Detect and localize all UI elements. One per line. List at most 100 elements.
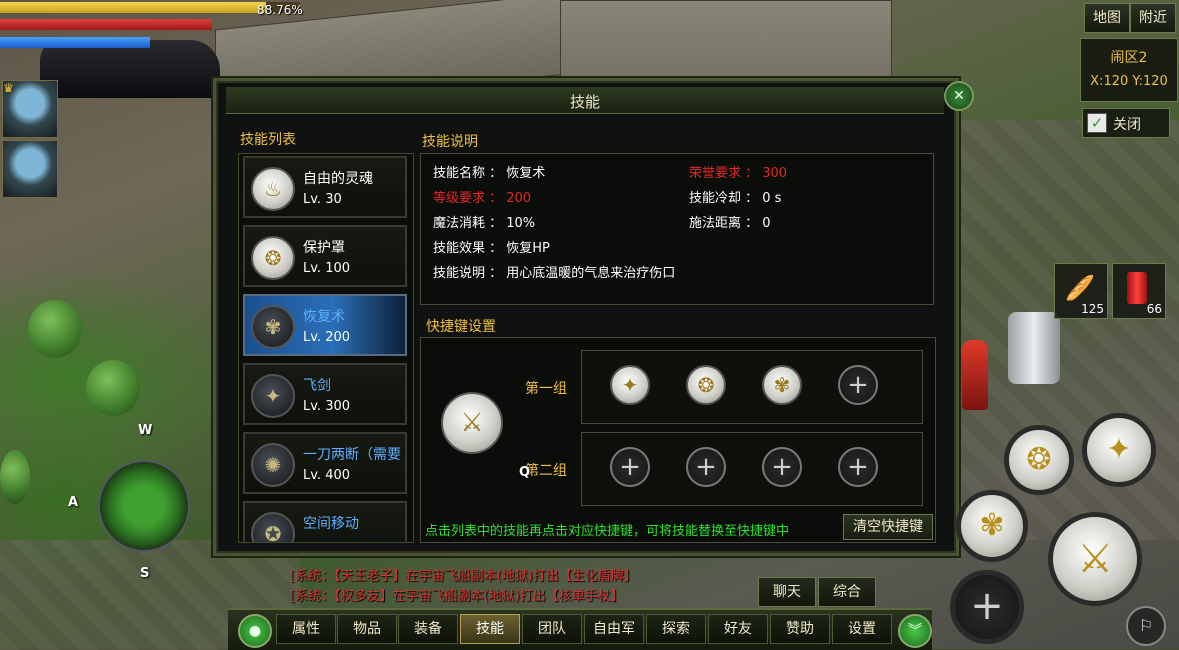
skill-effect: 技能效果 ： 恢复HP [433,241,550,256]
party-member-portrait[interactable]: ♛ [2,80,58,138]
hp-percent-text: 88.76% [257,3,303,17]
shortcut-slot-empty-plus-icon[interactable]: + [838,447,878,487]
skill-name: 恢复术 [303,309,345,325]
skill-name: 空间移动 [303,516,359,532]
group-two-label: 第二组 [525,463,567,479]
shortcut-group-two: + + + + [581,432,923,506]
bush [28,300,82,358]
action-skill-flying-sword-icon[interactable]: ✦ [1082,413,1156,487]
menu-tab-skills[interactable]: 技能 [460,614,520,644]
minimap-info[interactable]: 闹区2 X:120 Y:120 [1080,38,1178,102]
skill-explanation: 技能说明 ： 用心底温暖的气息来治疗伤口 [433,266,676,281]
fire-hydrant [962,340,988,410]
action-skill-shield-rune-icon[interactable]: ❂ [1004,425,1074,495]
skill-card[interactable]: ❂ 保护罩 Lv. 100 [243,225,407,287]
slash-icon: ✺ [251,443,295,487]
action-skill-heal-rune-icon[interactable]: ✾ [956,490,1028,562]
skill-card[interactable]: ✺ 一刀两断（需要 Lv. 400 [243,432,407,494]
joystick-label-left: A [68,495,79,510]
skill-card-selected[interactable]: ✾ 恢复术 Lv. 200 [243,294,407,356]
parked-car [40,40,220,98]
skill-name: 自由的灵魂 [303,171,373,187]
menu-tab-explore[interactable]: 探索 [646,614,706,644]
auto-fight-icon[interactable]: ⚐ [1126,606,1166,646]
skill-level: Lv. 30 [303,192,342,207]
skill-cooldown: 技能冷却 ： 0 s [689,191,782,206]
shortcut-slot-shield-rune-icon[interactable]: ❂ [686,365,726,405]
nearby-button[interactable]: 附近 [1130,3,1176,33]
red-status-bar [0,19,212,30]
map-button[interactable]: 地图 [1084,3,1130,33]
shortcut-slot-empty-plus-icon[interactable]: + [762,447,802,487]
joystick-label-down: S [140,566,150,581]
bread-icon: 🥖 [1065,274,1095,302]
shortcut-slot-empty-plus-icon[interactable]: + [610,447,650,487]
bush [86,360,140,416]
shortcut-slot-flying-sword-icon[interactable]: ✦ [610,365,650,405]
menu-expand-chevron-icon[interactable]: ︾ [898,614,932,648]
system-message: [系统：【天王老子】在宇宙飞船副本(地狱)打出【生化盾牌】 [290,569,637,584]
group-one-label: 第一组 [525,381,567,397]
heal-rune-icon: ✾ [251,305,295,349]
dialog-title: 技能 [569,93,600,111]
player-coordinates: X:120 Y:120 [1090,74,1168,89]
hp-bar-fill [0,2,266,13]
skill-name-line: 技能名称 ： 恢复术 [433,166,546,181]
skill-list[interactable]: ♨ 自由的灵魂 Lv. 30 ❂ 保护罩 Lv. 100 ✾ 恢复术 Lv. 2… [238,153,414,543]
menu-green-orb-icon[interactable]: ● [238,614,272,648]
item-slot-bread[interactable]: 🥖 125 [1054,263,1108,319]
skill-name: 保护罩 [303,240,345,256]
potion-can-icon [1127,272,1147,304]
mp-bar [0,37,150,48]
item-slot-can[interactable]: 66 [1112,263,1166,319]
clear-shortcuts-button[interactable]: 清空快捷键 [843,514,933,540]
flying-sword-icon: ✦ [251,374,295,418]
skill-description-panel: 技能名称 ： 恢复术 荣誉要求 ： 300 等级要求 ： 200 技能冷却 ： … [420,153,934,305]
menu-tab-items[interactable]: 物品 [337,614,397,644]
key-label-q: Q [519,465,531,480]
dialog-close-button[interactable]: ✕ [944,81,974,111]
bush [0,450,30,504]
skill-dialog: 技能 ✕ 技能列表 技能说明 快捷键设置 ♨ 自由的灵魂 Lv. 30 ❂ 保护… [213,78,974,556]
party-member-portrait[interactable] [2,140,58,198]
mana-cost: 魔法消耗 ： 10% [433,216,536,231]
skill-description-title: 技能说明 [422,134,478,150]
action-attack-sword-icon[interactable]: ⚔ [1048,512,1142,606]
skill-card[interactable]: ♨ 自由的灵魂 Lv. 30 [243,156,407,218]
dialog-title-bar: 技能 ✕ [226,81,974,114]
skill-list-title: 技能列表 [240,132,296,148]
level-requirement: 等级要求 ： 200 [433,191,532,206]
shortcut-slot-heal-rune-icon[interactable]: ✾ [762,365,802,405]
item-count: 66 [1146,302,1162,316]
honor-requirement: 荣誉要求 ： 300 [689,166,788,181]
menu-tab-equipment[interactable]: 装备 [398,614,458,644]
cast-range: 施法距离 ： 0 [689,216,771,231]
menu-tab-team[interactable]: 团队 [522,614,582,644]
chat-button[interactable]: 聊天 [758,577,816,607]
menu-tab-sponsor[interactable]: 赞助 [770,614,830,644]
selected-skill-sword-icon[interactable]: ⚔ [441,392,503,454]
menu-tab-free-army[interactable]: 自由军 [584,614,644,644]
menu-tab-friends[interactable]: 好友 [708,614,768,644]
shortcut-slot-empty-plus-icon[interactable]: + [686,447,726,487]
shield-rune-icon: ❂ [251,236,295,280]
shortcut-panel: ⚔ 第一组 ✦ ❂ ✾ + 第二组 + + + + 点击列表中的技能再点击对应快… [420,337,936,543]
menu-tab-settings[interactable]: 设置 [832,614,892,644]
close-toggle[interactable]: ✓ 关闭 [1082,108,1170,138]
action-empty-plus-icon[interactable]: + [950,570,1024,644]
skill-card[interactable]: ✦ 飞剑 Lv. 300 [243,363,407,425]
menu-tab-attributes[interactable]: 属性 [276,614,336,644]
joystick-label-up: W [138,423,153,438]
system-message: [系统：【权多友】在宇宙飞船副本(地狱)打出【核单手杖】 [290,589,624,604]
skill-card[interactable]: ✪ 空间移动 [243,501,407,542]
shortcut-settings-title: 快捷键设置 [426,319,496,335]
skill-level: Lv. 100 [303,261,351,276]
item-count: 125 [1081,302,1104,316]
skill-level: Lv. 200 [303,330,351,345]
shortcut-slot-empty-plus-icon[interactable]: + [838,365,878,405]
movement-joystick[interactable] [98,460,190,552]
teleport-icon: ✪ [251,512,295,542]
skill-level: Lv. 300 [303,399,351,414]
close-checkbox[interactable]: ✓ [1087,113,1107,133]
general-channel-button[interactable]: 综合 [818,577,876,607]
